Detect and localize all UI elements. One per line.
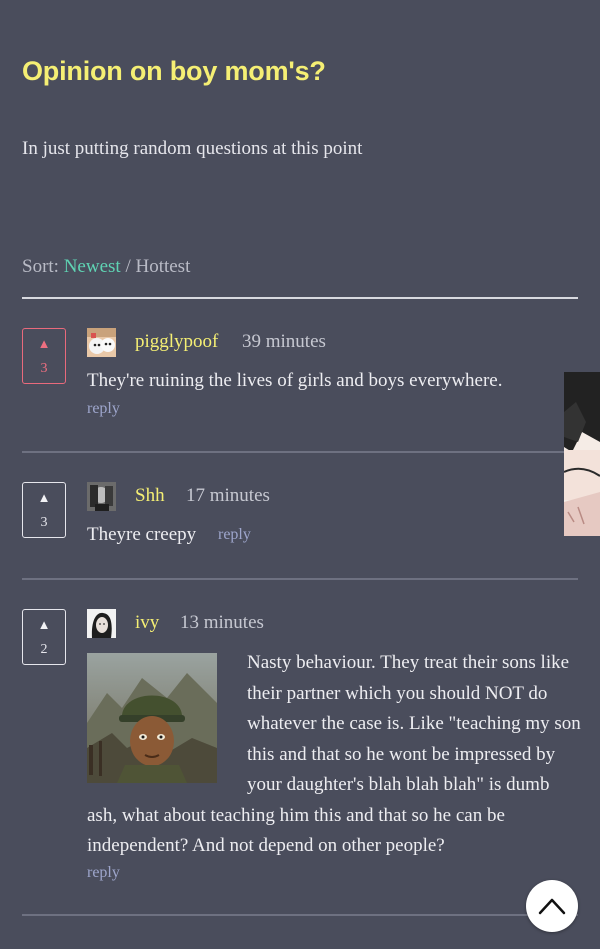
comment-author[interactable]: Shh — [135, 485, 165, 507]
comment-time: 13 minutes — [180, 612, 264, 633]
comment-text-long: Nasty behaviour. They treat their sons l… — [87, 648, 582, 862]
avatar[interactable] — [87, 482, 116, 511]
triangle-up-icon: ▲ — [37, 617, 51, 632]
header-divider — [22, 297, 578, 299]
vote-count: 3 — [40, 515, 48, 530]
avatar[interactable] — [87, 609, 116, 638]
triangle-up-icon: ▲ — [37, 490, 51, 505]
avatar[interactable] — [87, 328, 116, 357]
sort-separator: / — [125, 256, 131, 277]
comment-divider — [22, 451, 578, 453]
sort-hottest[interactable]: Hottest — [135, 256, 190, 277]
reply-link[interactable]: reply — [87, 400, 120, 418]
comment-author[interactable]: pigglypoof — [135, 331, 218, 353]
upvote-button[interactable]: ▲ 3 — [22, 482, 66, 538]
reply-link[interactable]: reply — [87, 864, 120, 882]
comment-author[interactable]: ivy — [135, 612, 159, 634]
vote-count: 3 — [40, 361, 48, 376]
upvote-button[interactable]: ▲ 3 — [22, 328, 66, 384]
comment-text: Theyre creepy — [87, 524, 197, 545]
sort-label: Sort: — [22, 256, 59, 277]
side-image[interactable] — [564, 372, 600, 536]
post-title: Opinion on boy mom's? — [22, 56, 326, 86]
comment-text: They're ruining the lives of girls and b… — [87, 370, 503, 391]
post-body: In just putting random questions at this… — [22, 138, 363, 159]
vote-count: 2 — [40, 642, 48, 657]
triangle-up-icon: ▲ — [37, 336, 51, 351]
scroll-top-button[interactable] — [526, 880, 578, 932]
comment-time: 39 minutes — [242, 331, 326, 352]
reply-link[interactable]: reply — [218, 526, 251, 544]
comment-divider — [22, 578, 578, 580]
comment-time: 17 minutes — [186, 485, 270, 506]
chevron-up-icon — [538, 898, 566, 915]
comment-divider — [22, 914, 578, 916]
sort-newest[interactable]: Newest — [64, 256, 121, 277]
upvote-button[interactable]: ▲ 2 — [22, 609, 66, 665]
sort-bar: Sort: Newest / Hottest — [22, 256, 190, 278]
